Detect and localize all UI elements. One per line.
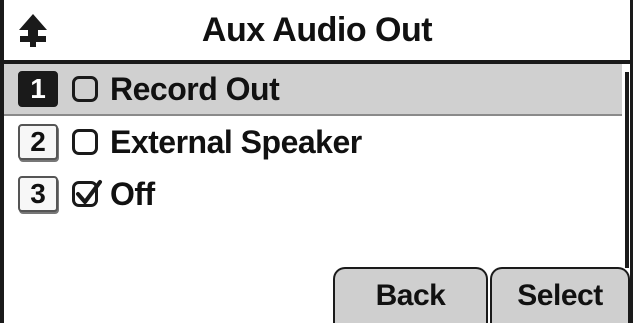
item-index-badge: 1 bbox=[18, 71, 58, 107]
softkey-bar: Back Select bbox=[0, 265, 633, 323]
item-index-badge: 2 bbox=[18, 124, 58, 160]
back-button[interactable]: Back bbox=[333, 267, 488, 323]
menu-item-label: Record Out bbox=[110, 71, 280, 107]
phone-screen: Aux Audio Out 1 Record Out 2 External Sp… bbox=[0, 0, 633, 323]
checkbox-checked-icon bbox=[72, 180, 102, 207]
menu-item-label: External Speaker bbox=[110, 124, 362, 160]
scrollbar[interactable] bbox=[625, 72, 629, 268]
menu-item-record-out[interactable]: 1 Record Out bbox=[4, 64, 622, 116]
page-title: Aux Audio Out bbox=[201, 11, 433, 49]
select-button[interactable]: Select bbox=[490, 267, 630, 323]
checkbox-unchecked-icon bbox=[72, 76, 98, 102]
menu-item-external-speaker[interactable]: 2 External Speaker bbox=[4, 116, 622, 168]
menu-list: 1 Record Out 2 External Speaker 3 Off bbox=[4, 64, 622, 220]
menu-item-off[interactable]: 3 Off bbox=[4, 168, 622, 220]
menu-item-label: Off bbox=[110, 176, 155, 212]
title-bar: Aux Audio Out bbox=[4, 0, 630, 64]
checkbox-unchecked-icon bbox=[72, 129, 98, 155]
item-index-badge: 3 bbox=[18, 176, 58, 212]
